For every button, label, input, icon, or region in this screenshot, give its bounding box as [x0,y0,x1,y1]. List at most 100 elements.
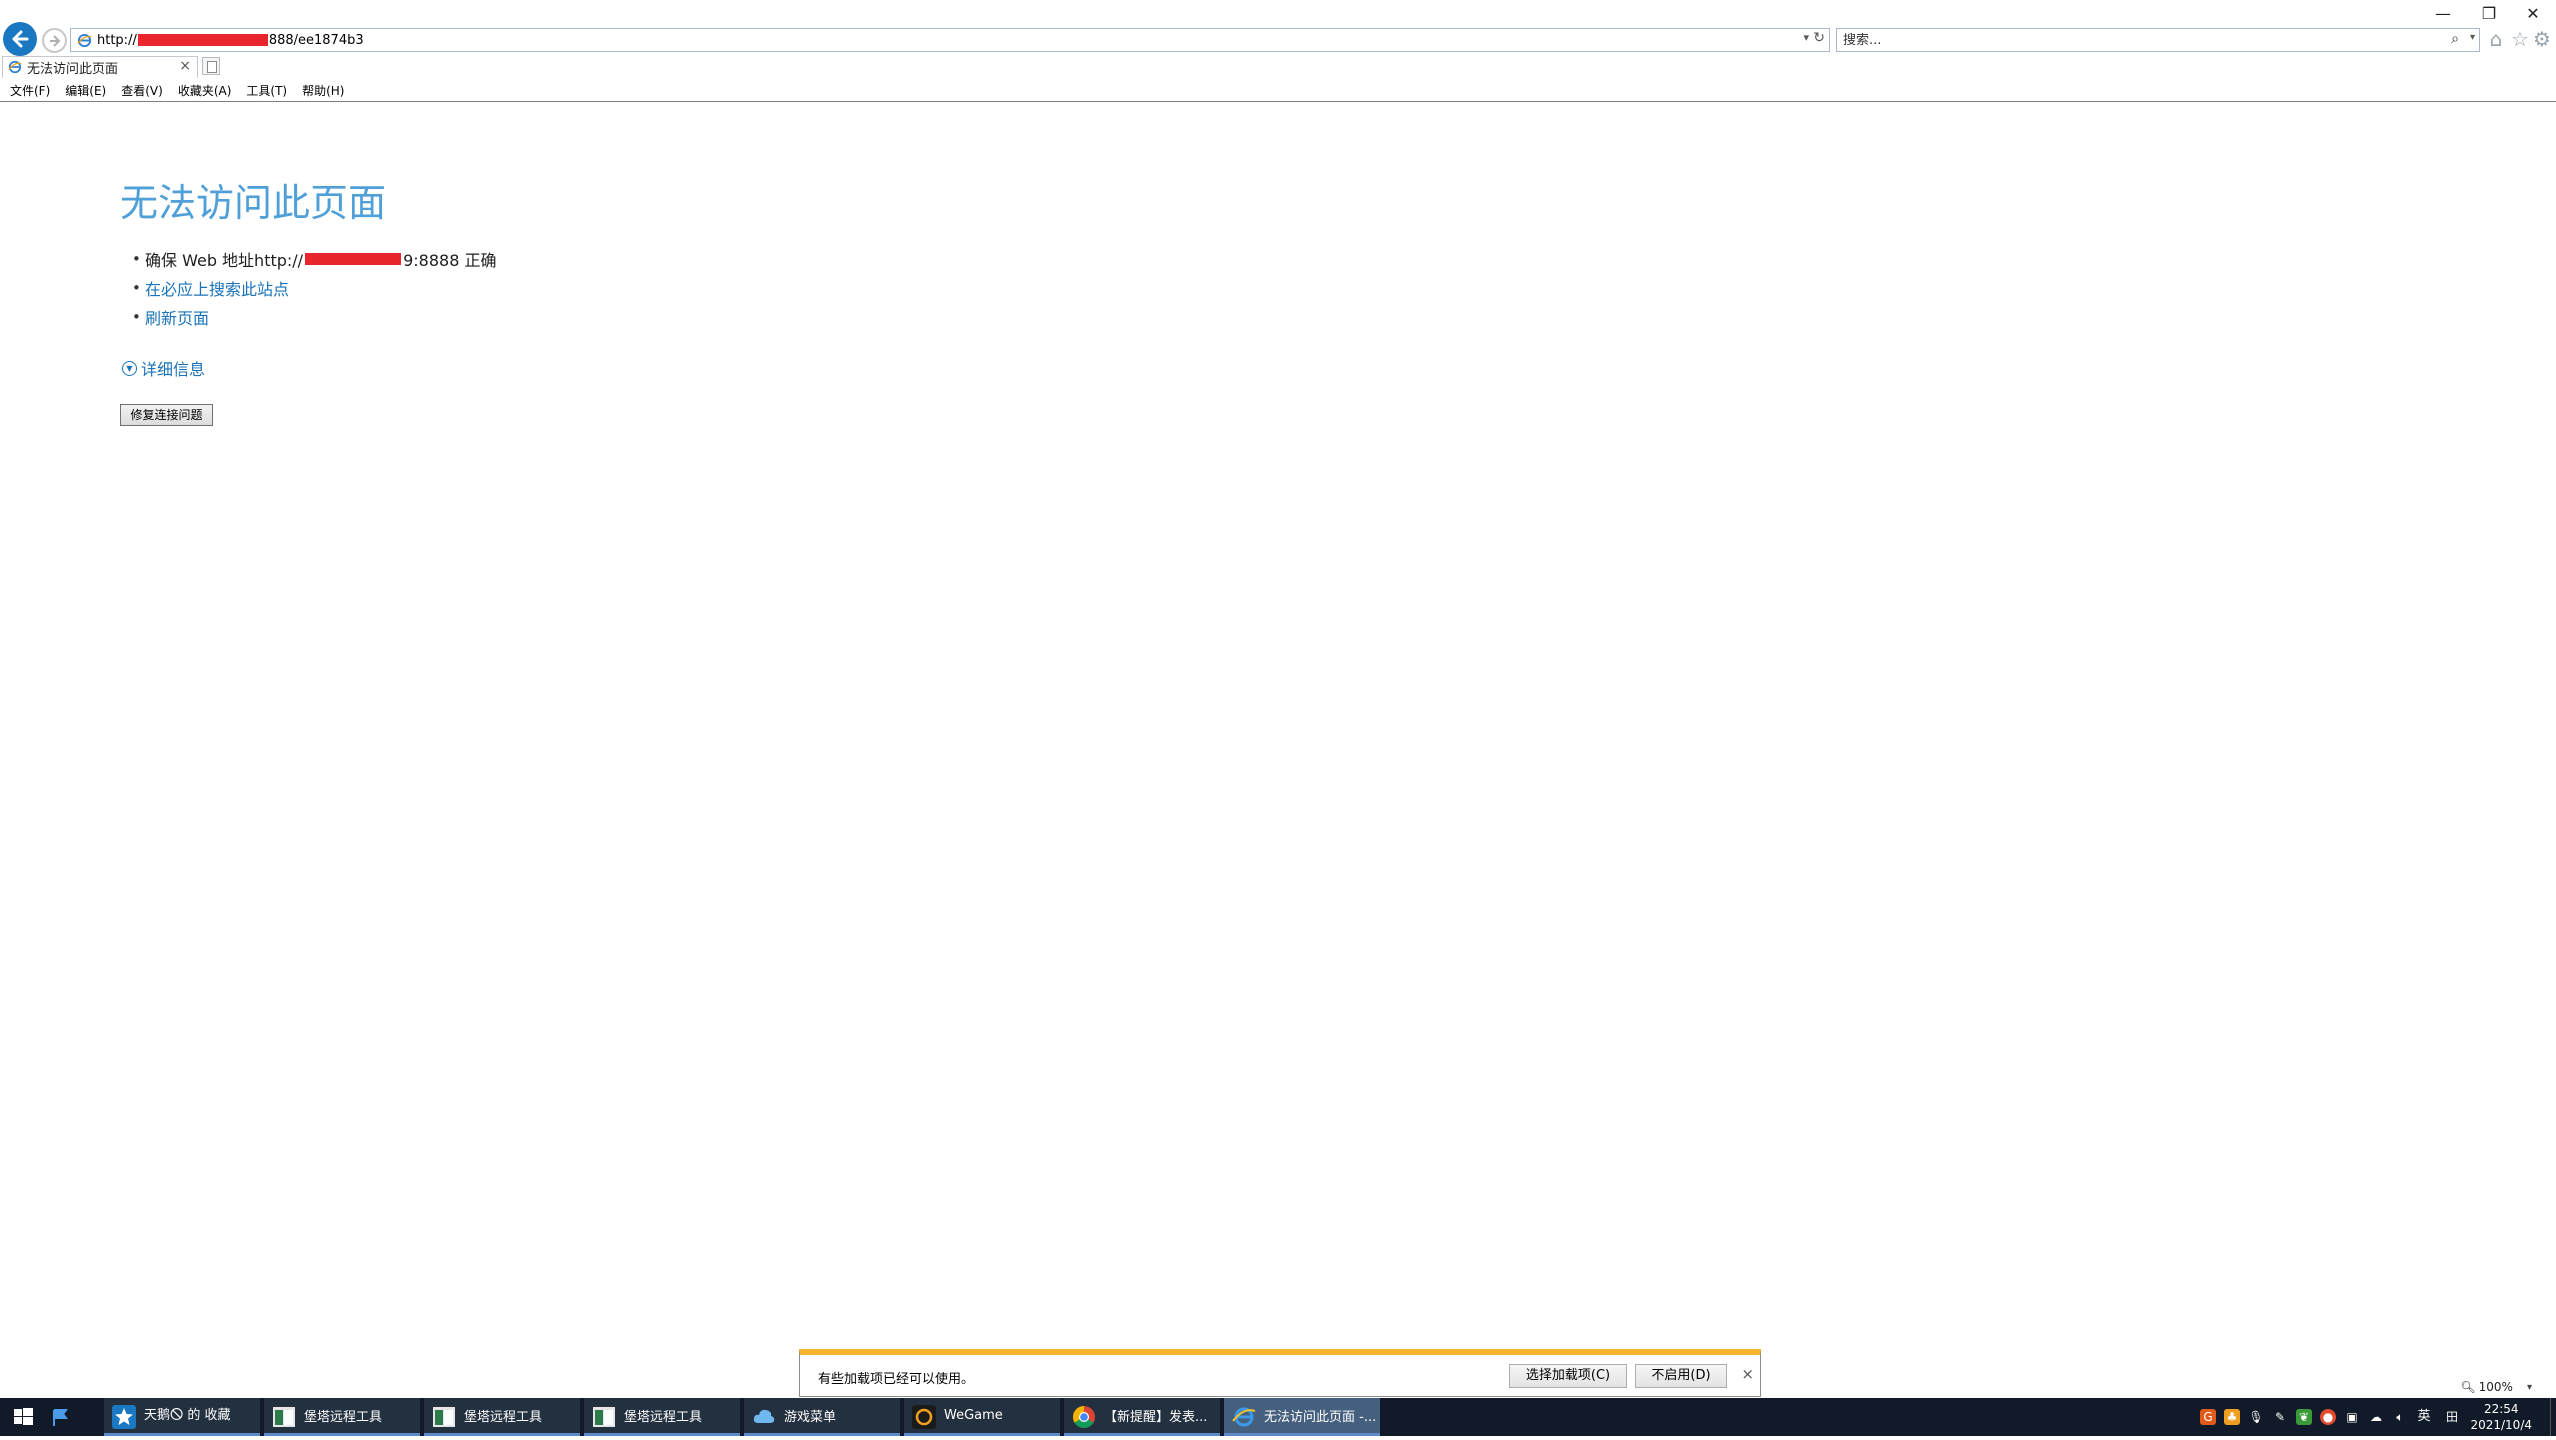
menu-file[interactable]: 文件(F) [10,82,50,99]
zoom-dropdown-icon[interactable]: ▾ [2527,1382,2532,1393]
search-box[interactable]: ⌕ ▾ [1836,28,2480,52]
back-button[interactable] [3,22,37,56]
menu-view[interactable]: 查看(V) [121,82,163,99]
refresh-icon[interactable]: ↻ [1813,30,1825,46]
search-dropdown-icon[interactable]: ▾ [2470,32,2475,43]
minimize-button[interactable]: — [2420,0,2466,28]
ime-grid-icon[interactable]: 田 [2444,1409,2460,1425]
star-app-icon [112,1405,136,1429]
clock[interactable]: 22:54 2021/10/4 [2470,1401,2532,1433]
wegame-icon [912,1405,936,1429]
remote-tool-icon [593,1407,615,1427]
cloud-icon [753,1409,775,1423]
ie-icon [1232,1407,1256,1427]
url-text-prefix: http:// [97,32,137,48]
url-text-suffix: 888/ee1874b3 [268,32,364,48]
security-icon[interactable]: ● [2320,1409,2336,1425]
task-remote-tool-1[interactable]: 堡塔远程工具 [264,1398,420,1436]
network-icon[interactable]: ☁ [2368,1409,2384,1425]
show-desktop-button[interactable] [2550,1398,2556,1436]
task-ie-current[interactable]: 无法访问此页面 -... [1224,1398,1380,1436]
task-label: 堡塔远程工具 [464,1410,543,1425]
forward-arrow-icon [49,34,60,47]
page-title: 无法访问此页面 [120,181,387,225]
check-url-text-prefix: 确保 Web 地址http:// [145,250,304,270]
pen-icon[interactable]: ✎ [2272,1409,2288,1425]
settings-gear-icon[interactable]: ⚙ [2530,27,2554,51]
taskbar: 天鹅🛇 的 收藏 堡塔远程工具 堡塔远程工具 堡塔远程工具 游戏菜单 WeGam… [0,1398,2556,1436]
search-input[interactable] [1843,32,2403,48]
task-label: 堡塔远程工具 [624,1410,703,1425]
task-label: 无法访问此页面 -... [1264,1410,1377,1425]
flag-icon[interactable] [46,1398,72,1436]
ie-tab-icon [8,60,22,74]
back-arrow-icon [12,30,29,48]
address-dropdown-icon[interactable]: ▾ [1803,31,1809,44]
refresh-page-link[interactable]: 刷新页面 [145,305,209,329]
home-icon[interactable]: ⌂ [2484,27,2508,51]
task-remote-tool-3[interactable]: 堡塔远程工具 [584,1398,740,1436]
choose-addons-button[interactable]: 选择加载项(C) [1509,1364,1627,1388]
list-item: 确保 Web 地址http:// 9:8888 正确 [132,244,497,273]
start-button[interactable] [0,1398,46,1436]
new-tab-button[interactable] [202,57,220,75]
task-chrome[interactable]: 【新提醒】发表... [1064,1398,1220,1436]
task-label: WeGame [944,1408,1003,1423]
windows-logo-icon [14,1408,33,1425]
url-redaction [137,34,268,46]
g-app-icon[interactable]: G [2200,1409,2216,1425]
task-label: 【新提醒】发表... [1104,1410,1208,1425]
search-bing-link[interactable]: 在必应上搜索此站点 [145,276,289,300]
remote-tool-icon [273,1407,295,1427]
suggestion-list: 确保 Web 地址http:// 9:8888 正确 在必应上搜索此站点 刷新页… [132,244,497,331]
clock-time: 22:54 [2483,1402,2519,1416]
tab-close-icon[interactable]: × [179,58,191,74]
notification-close-icon[interactable]: × [1741,1365,1754,1383]
task-label: 堡塔远程工具 [304,1410,383,1425]
microphone-icon[interactable]: 🎙︎ [2248,1409,2264,1425]
clock-date: 2021/10/4 [2470,1418,2532,1432]
chrome-icon [1073,1406,1095,1428]
forward-button[interactable] [42,28,67,53]
restore-button[interactable]: ❐ [2466,0,2512,28]
menu-favorites[interactable]: 收藏夹(A) [178,82,232,99]
check-url-text-suffix: 9:8888 正确 [403,250,497,270]
task-game-menu[interactable]: 游戏菜单 [744,1398,900,1436]
remote-tool-icon [433,1407,455,1427]
details-label: 详细信息 [141,360,206,379]
task-wegame[interactable]: WeGame [904,1398,1060,1436]
url-redaction [305,252,402,265]
ie-page-icon [77,33,92,48]
browser-toolbar: — ❐ ✕ http:// 888/ee1874b3 ▾ ↻ ⌕ ▾ ⌂ ☆ ⚙ [0,0,2556,56]
menu-tools[interactable]: 工具(T) [246,82,287,99]
close-window-button[interactable]: ✕ [2510,0,2556,28]
task-label: 天鹅🛇 的 收藏 [144,1407,231,1423]
list-item: 刷新页面 [132,302,496,331]
disable-addons-button[interactable]: 不启用(D) [1635,1364,1727,1388]
address-bar[interactable]: http:// 888/ee1874b3 ▾ ↻ [70,28,1830,52]
tray-app-icon[interactable]: ♣ [2224,1409,2240,1425]
display-icon[interactable]: ▣ [2344,1409,2360,1425]
menu-bar: 文件(F) 编辑(E) 查看(V) 收藏夹(A) 工具(T) 帮助(H) [0,80,2556,102]
system-tray: G ♣ 🎙︎ ✎ ❦ ● ▣ ☁ 🔈︎ 英 田 [2200,1398,2468,1436]
task-favorites[interactable]: 天鹅🛇 的 收藏 [104,1398,260,1436]
tab-title: 无法访问此页面 [27,62,119,77]
list-item: 在必应上搜索此站点 [132,273,496,302]
task-remote-tool-2[interactable]: 堡塔远程工具 [424,1398,580,1436]
fix-connection-button[interactable]: 修复连接问题 [120,404,213,426]
input-language[interactable]: 英 [2416,1409,2432,1425]
favorites-star-icon[interactable]: ☆ [2508,27,2532,51]
tab-current[interactable]: 无法访问此页面 × [2,56,198,78]
zoom-icon: 🔍︎ [2460,1380,2476,1394]
addon-notification-bar: 有些加载项已经可以使用。 选择加载项(C) 不启用(D) × [799,1349,1761,1397]
volume-icon[interactable]: 🔈︎ [2392,1409,2408,1425]
task-label: 游戏菜单 [784,1410,837,1425]
menu-help[interactable]: 帮助(H) [302,82,344,99]
search-icon[interactable]: ⌕ [2451,31,2459,47]
zoom-control[interactable]: 🔍︎ 100% ▾ [2460,1380,2532,1394]
notification-text: 有些加载项已经可以使用。 [818,1372,975,1387]
leaf-icon[interactable]: ❦ [2296,1409,2312,1425]
chevron-down-circle-icon: ▼ [122,360,137,376]
details-toggle[interactable]: ▼ 详细信息 [122,356,205,380]
menu-edit[interactable]: 编辑(E) [65,82,106,99]
